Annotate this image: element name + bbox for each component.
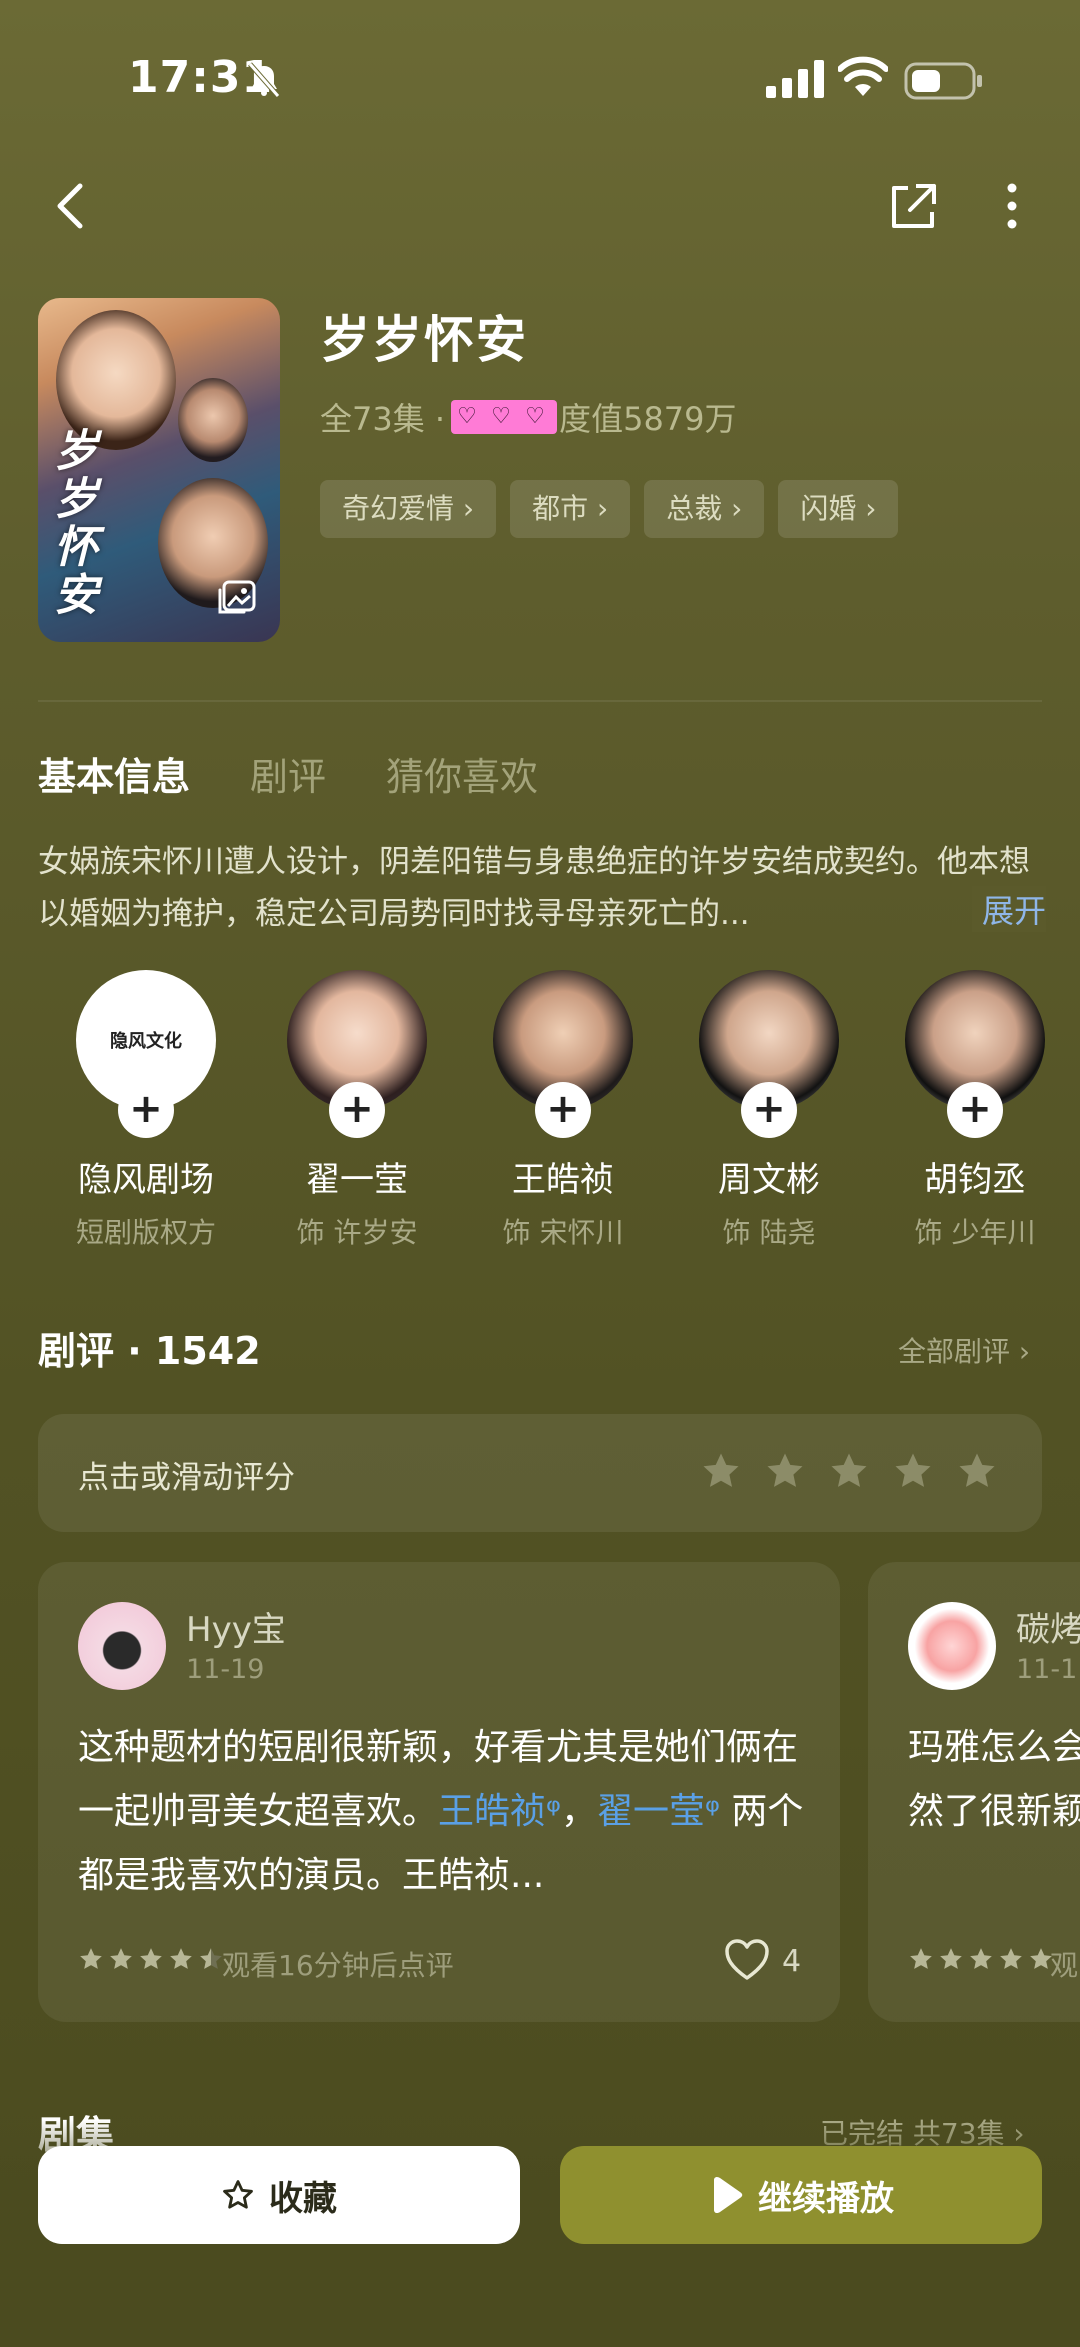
- star-icon: [140, 1948, 162, 1969]
- continue-play-button[interactable]: 继续播放: [560, 2146, 1042, 2244]
- tab-bar: 基本信息 剧评 猜你喜欢: [38, 746, 538, 801]
- drama-title: 岁岁怀安: [320, 311, 528, 369]
- cast-role: 饰 陆尧: [722, 1216, 816, 1249]
- expand-button[interactable]: 展开: [972, 886, 1047, 932]
- more-icon[interactable]: [990, 180, 1034, 232]
- cast-name: 胡钧丞: [924, 1160, 1026, 1200]
- star-icon[interactable]: [828, 1450, 870, 1492]
- cellular-signal-icon: [766, 60, 824, 98]
- cast-name: 隐风剧场: [78, 1160, 214, 1200]
- cast-name: 翟一莹: [306, 1160, 408, 1200]
- genre-tags: 奇幻爱情 › 都市 › 总裁 › 闪婚 ›: [320, 480, 899, 538]
- cast-role: 饰 少年川: [914, 1216, 1036, 1249]
- tab-recommendations[interactable]: 猜你喜欢: [386, 746, 538, 801]
- rating-prompt: 点击或滑动评分: [78, 1460, 295, 1496]
- cast-role: 饰 宋怀川: [502, 1216, 624, 1249]
- poster-image[interactable]: 岁岁怀安: [38, 298, 280, 642]
- follow-button[interactable]: +: [741, 1082, 797, 1138]
- collect-label: 收藏: [269, 2178, 337, 2219]
- bell-muted-icon: [248, 62, 280, 98]
- poster-actor-small: [178, 378, 248, 462]
- cast-name: 周文彬: [718, 1160, 820, 1200]
- review-watch-note: 观看16分钟后点评: [222, 1949, 454, 1982]
- play-label: 继续播放: [758, 2178, 894, 2219]
- reviews-heading: 剧评 · 1542: [38, 1329, 261, 1373]
- star-icon: [80, 1948, 102, 1969]
- star-icon[interactable]: [764, 1450, 806, 1492]
- follow-button[interactable]: +: [947, 1082, 1003, 1138]
- cast-name: 王皓祯: [512, 1160, 614, 1200]
- synopsis-text: 女娲族宋怀川遭人设计，阴差阳错与身患绝症的许岁安结成契约。他本想以婚姻为掩护，稳…: [38, 844, 1030, 932]
- review-rating: [908, 1946, 1054, 1972]
- star-icon: [970, 1948, 992, 1969]
- heart-icon[interactable]: [724, 1938, 770, 1982]
- review-date: 11-1: [1016, 1654, 1078, 1685]
- review-username[interactable]: Hyy宝: [186, 1602, 286, 1651]
- divider: [38, 700, 1042, 702]
- cast-item[interactable]: + 胡钧丞 饰 少年川: [872, 970, 1078, 1251]
- popularity-value: 度值5879万: [559, 400, 737, 438]
- tag-ceo[interactable]: 总裁 ›: [644, 480, 765, 538]
- review-text: 玛雅怎么会动太自然了很新颖，超: [908, 1727, 1080, 1832]
- cast-item[interactable]: + 翟一莹 饰 许岁安: [254, 970, 460, 1251]
- cast-role: 饰 许岁安: [296, 1216, 418, 1249]
- star-outline-icon: [223, 2180, 253, 2209]
- avatar[interactable]: [908, 1602, 996, 1690]
- cast-item[interactable]: + 王皓祯 饰 宋怀川: [460, 970, 666, 1251]
- star-icon[interactable]: [892, 1450, 934, 1492]
- battery-icon: [904, 62, 982, 100]
- star-icon: [110, 1948, 132, 1969]
- cast-role: 短剧版权方: [75, 1216, 216, 1249]
- mention-link[interactable]: 翟一莹ᵠ: [597, 1791, 720, 1832]
- star-icon: [940, 1948, 962, 1969]
- drama-meta: 全73集 · ♡ ♡ ♡ 度值5879万: [320, 394, 737, 440]
- tag-flash-marriage[interactable]: 闪婚 ›: [778, 480, 899, 538]
- cast-list: 隐风文化 + 隐风剧场 短剧版权方 + 翟一莹 饰 许岁安 + 王皓祯 饰 宋怀…: [38, 970, 1080, 1251]
- rating-stars[interactable]: [700, 1450, 998, 1492]
- review-rating: [78, 1946, 224, 1972]
- star-icon: [170, 1948, 192, 1969]
- heart-sticker-icon: ♡ ♡ ♡: [451, 400, 558, 434]
- half-star-icon: [200, 1948, 222, 1969]
- tag-fantasy-romance[interactable]: 奇幻爱情 ›: [320, 480, 497, 538]
- tag-urban[interactable]: 都市 ›: [510, 480, 631, 538]
- play-icon: [714, 2176, 743, 2214]
- all-reviews-link[interactable]: 全部剧评 ›: [898, 1330, 1030, 1370]
- episode-count: 全73集 ·: [320, 400, 446, 438]
- star-icon[interactable]: [700, 1450, 742, 1492]
- review-text: 这种题材的短剧很新颖，好看尤其是她们俩在一起帅哥美女超喜欢。王皓祯ᵠ，翟一莹ᵠ …: [78, 1727, 804, 1896]
- gallery-icon[interactable]: [216, 578, 258, 618]
- follow-button[interactable]: +: [535, 1082, 591, 1138]
- follow-button[interactable]: +: [329, 1082, 385, 1138]
- wifi-icon: [838, 56, 888, 96]
- tab-reviews[interactable]: 剧评: [250, 746, 326, 801]
- follow-button[interactable]: +: [118, 1082, 174, 1138]
- star-icon: [910, 1948, 932, 1969]
- like-count: 4: [782, 1944, 802, 1979]
- mention-link[interactable]: 王皓祯ᵠ: [438, 1791, 561, 1832]
- back-icon[interactable]: [48, 178, 96, 234]
- star-icon[interactable]: [956, 1450, 998, 1492]
- star-icon: [1000, 1948, 1022, 1969]
- share-icon[interactable]: [886, 180, 942, 232]
- review-username[interactable]: 碳烤: [1016, 1602, 1080, 1651]
- review-watch-note: 观: [1050, 1949, 1079, 1982]
- tab-basic-info[interactable]: 基本信息: [38, 746, 190, 801]
- avatar[interactable]: [78, 1602, 166, 1690]
- poster-title-art: 岁岁怀安: [54, 426, 98, 621]
- review-date: 11-19: [186, 1654, 265, 1685]
- cast-item[interactable]: 隐风文化 + 隐风剧场 短剧版权方: [38, 970, 254, 1251]
- cast-item[interactable]: + 周文彬 饰 陆尧: [666, 970, 872, 1251]
- collect-button[interactable]: 收藏: [38, 2146, 520, 2244]
